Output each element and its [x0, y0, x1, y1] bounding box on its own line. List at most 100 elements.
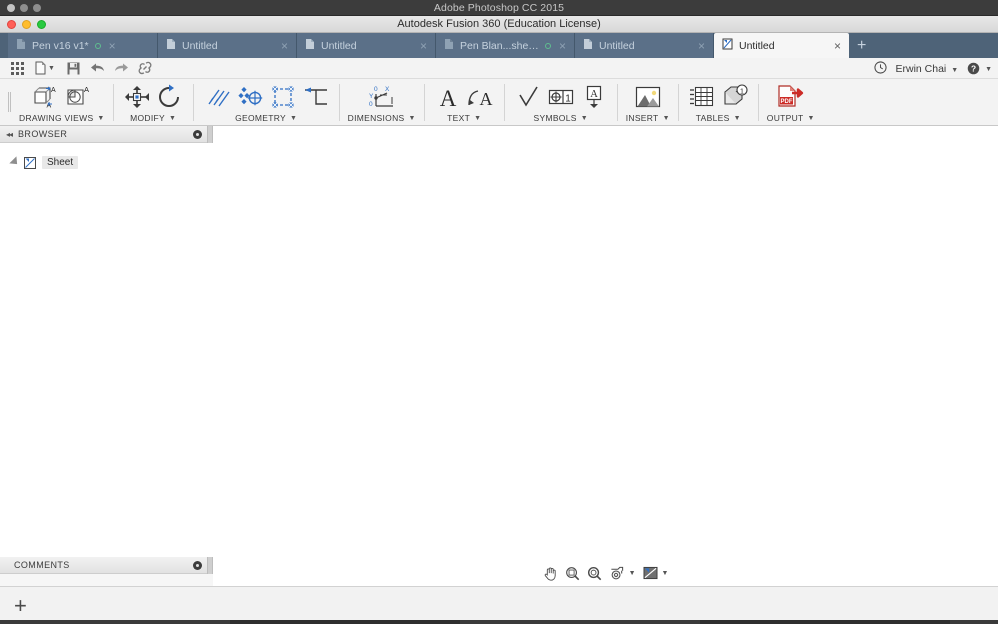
drawing-canvas[interactable] — [213, 126, 998, 586]
tab-close-icon[interactable]: × — [557, 40, 568, 52]
browser-tree: Sheet — [0, 143, 213, 557]
center-mark-icon[interactable] — [235, 82, 265, 112]
show-data-panel-button[interactable] — [5, 58, 29, 78]
ribbon-group-label[interactable]: SYMBOLS ▼ — [534, 112, 588, 124]
feature-control-frame-icon[interactable]: 1 — [546, 82, 576, 112]
edge-extension-icon[interactable] — [268, 82, 298, 112]
ribbon-group-label[interactable]: OUTPUT ▼ — [767, 112, 815, 124]
svg-text:PDF: PDF — [780, 99, 792, 105]
expand-triangle-icon[interactable] — [9, 156, 21, 168]
help-menu[interactable]: ? ▼ — [967, 62, 992, 75]
svg-text:A: A — [479, 89, 492, 109]
chevron-down-icon: ▼ — [985, 66, 992, 74]
comments-panel-header[interactable]: COMMENTS — [0, 557, 213, 574]
link-icon[interactable] — [133, 58, 157, 78]
pan-tool-button[interactable] — [543, 566, 558, 581]
clock-icon[interactable] — [873, 60, 887, 77]
checkmark-symbol-icon[interactable] — [513, 82, 543, 112]
document-icon — [583, 38, 593, 53]
chevron-down-icon: ▼ — [289, 114, 298, 122]
ribbon-group-label[interactable]: MODIFY ▼ — [130, 112, 176, 124]
rotate-arrow-icon[interactable] — [155, 82, 185, 112]
projected-view-icon[interactable]: A — [63, 82, 93, 112]
grid-and-snaps-button[interactable]: ▼ — [643, 566, 668, 580]
svg-text:0: 0 — [369, 101, 373, 108]
save-button[interactable] — [61, 58, 85, 78]
ribbon-group-label[interactable]: TEXT ▼ — [447, 112, 481, 124]
centerline-icon[interactable] — [202, 82, 232, 112]
tab-untitled-2[interactable]: Untitled × — [297, 33, 436, 58]
zoom-window-tool-button[interactable] — [565, 566, 580, 581]
chevron-down-icon: ▼ — [628, 569, 636, 577]
document-icon — [305, 38, 315, 53]
document-tab-strip: Pen v16 v1* × Untitled × Untitled × Pen … — [0, 33, 998, 58]
base-view-icon[interactable]: A A — [30, 82, 60, 112]
unsaved-indicator-dot — [544, 42, 551, 49]
tree-node-sheet[interactable]: Sheet — [0, 154, 213, 170]
chevron-down-icon: ▼ — [951, 66, 959, 74]
ribbon-separator — [677, 84, 679, 121]
comments-panel-settings-icon[interactable] — [193, 561, 202, 570]
ribbon-separator — [503, 84, 505, 121]
tab-label: Untitled — [321, 39, 357, 52]
app-window-title: Autodesk Fusion 360 (Education License) — [397, 18, 601, 30]
tab-pen-blank-washer[interactable]: Pen Blan...sher v12 × — [436, 33, 575, 58]
redo-button[interactable] — [109, 58, 133, 78]
tab-close-icon[interactable]: × — [832, 40, 843, 52]
ribbon-group-symbols: 1 A SYMBOLS ▼ — [507, 79, 615, 125]
leader-line-icon[interactable] — [301, 82, 331, 112]
move-arrows-icon[interactable] — [122, 82, 152, 112]
workspace-body: ◂◂ BROWSER Sheet COMMENTS ▼ ▼ — [0, 126, 998, 586]
pdf-export-icon[interactable]: PDF — [776, 82, 806, 112]
tab-close-icon[interactable]: × — [279, 40, 290, 52]
ribbon-group-dimensions: 0 X Y 0 DIMENSIONS ▼ — [342, 79, 422, 125]
browser-panel-settings-icon[interactable] — [193, 130, 202, 139]
timeline-bar: + — [0, 586, 998, 624]
zoom-fit-tool-button[interactable] — [587, 566, 602, 581]
leader-text-icon[interactable]: A — [466, 82, 496, 112]
balloon-icon[interactable]: 1 — [720, 82, 750, 112]
text-a-icon[interactable]: A — [433, 82, 463, 112]
collapse-panel-icon[interactable]: ◂◂ — [6, 130, 13, 139]
image-icon[interactable] — [633, 82, 663, 112]
ribbon-group-label[interactable]: DIMENSIONS ▼ — [348, 112, 416, 124]
browser-panel-header[interactable]: ◂◂ BROWSER — [0, 126, 213, 143]
file-menu-button[interactable]: ▼ — [29, 58, 61, 78]
ribbon-group-text: A A TEXT ▼ — [427, 79, 502, 125]
user-account-menu[interactable]: Erwin Chai ▼ — [896, 63, 959, 75]
svg-text:X: X — [385, 86, 390, 93]
chevron-down-icon: ▼ — [97, 114, 105, 122]
datum-identifier-icon[interactable]: A — [579, 82, 609, 112]
tab-untitled-1[interactable]: Untitled × — [158, 33, 297, 58]
ribbon-group-label[interactable]: DRAWING VIEWS ▼ — [19, 112, 105, 124]
tab-close-icon[interactable]: × — [696, 40, 707, 52]
ribbon-separator — [757, 84, 759, 121]
user-name-label: Erwin Chai — [895, 62, 947, 75]
display-settings-button[interactable]: ▼ — [609, 566, 636, 581]
ribbon-group-label[interactable]: INSERT ▼ — [626, 112, 670, 124]
tab-untitled-3[interactable]: Untitled × — [575, 33, 714, 58]
ribbon-drag-grip[interactable] — [4, 79, 13, 125]
new-tab-button[interactable]: + — [849, 33, 874, 58]
quick-access-toolbar: ▼ Erwin Chai ▼ ? ▼ — [0, 58, 998, 79]
ribbon-group-label[interactable]: GEOMETRY ▼ — [235, 112, 297, 124]
tab-close-icon[interactable]: × — [107, 40, 118, 52]
ribbon-separator — [338, 84, 340, 121]
add-timeline-item-button[interactable]: + — [14, 594, 27, 617]
tab-pen-v16[interactable]: Pen v16 v1* × — [8, 33, 158, 58]
undo-button[interactable] — [85, 58, 109, 78]
dimension-icon[interactable]: 0 X Y 0 — [367, 82, 397, 112]
window-bottom-edge — [0, 620, 998, 624]
tab-close-icon[interactable]: × — [418, 40, 429, 52]
tab-untitled-active-drawing[interactable]: Untitled × — [714, 33, 849, 58]
svg-text:A: A — [439, 86, 456, 110]
ribbon-group-insert: INSERT ▼ — [620, 79, 676, 125]
chevron-down-icon: ▼ — [474, 114, 482, 122]
svg-text:0: 0 — [374, 86, 378, 93]
ribbon-separator — [112, 84, 114, 121]
svg-text:1: 1 — [565, 94, 571, 105]
table-icon[interactable] — [687, 82, 717, 112]
svg-text:?: ? — [971, 64, 976, 74]
ribbon-group-modify: MODIFY ▼ — [116, 79, 191, 125]
ribbon-group-label[interactable]: TABLES ▼ — [696, 112, 741, 124]
